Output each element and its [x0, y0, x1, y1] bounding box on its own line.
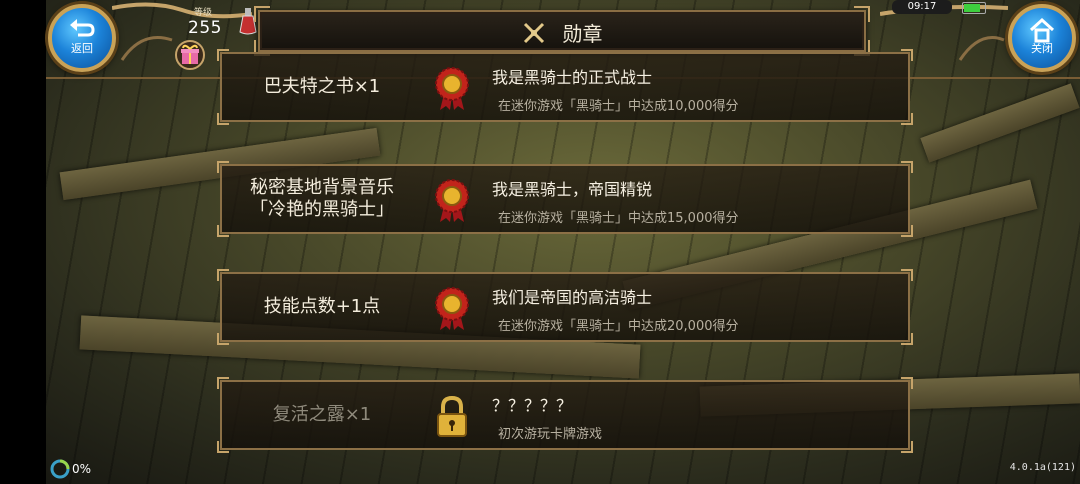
level-label: 等级 — [194, 8, 213, 18]
achievement-row[interactable]: 巴夫特之书×1 我是黑骑士的正式战士 在迷你游戏「黑骑士」中达成10,000得分 — [217, 49, 913, 125]
achievement-title: 我是黑骑士的正式战士 — [492, 68, 653, 87]
medal-icon — [435, 67, 469, 110]
return-arrow-icon — [70, 19, 95, 37]
version-label: 4.0.1a(121) — [1009, 462, 1076, 473]
back-button[interactable]: 返回 — [48, 4, 116, 72]
screen-edge — [0, 0, 46, 484]
home-icon — [1029, 17, 1055, 43]
achievement-row[interactable]: 技能点数+1点 我们是帝国的高洁骑士 在迷你游戏「黑骑士」中达成20,000得分 — [217, 269, 913, 345]
download-status: 0% — [50, 458, 91, 480]
achievement-desc: 在迷你游戏「黑骑士」中达成15,000得分 — [498, 211, 739, 226]
achievement-row[interactable]: 秘密基地背景音乐 「冷艳的黑骑士」 我是黑骑士，帝国精锐 在迷你游戏「黑骑士」中… — [217, 161, 913, 237]
achievement-title: 我们是帝国的高洁骑士 — [492, 288, 653, 307]
gift-icon[interactable] — [174, 40, 206, 70]
crossed-swords-icon — [524, 22, 545, 43]
close-button[interactable]: 关闭 — [1008, 4, 1076, 72]
download-progress-icon — [50, 459, 70, 479]
achievement-title: 我是黑骑士，帝国精锐 — [492, 180, 653, 199]
reward-label: 巴夫特之书×1 — [263, 76, 381, 97]
reward-label: 秘密基地背景音乐 「冷艳的黑骑士」 — [250, 177, 394, 220]
achievement-title: ？？？？？ — [492, 396, 573, 415]
page-title: 勋章 — [562, 22, 603, 46]
padlock-icon — [437, 395, 467, 437]
achievement-row[interactable]: 复活之露×1 ？？？？？ 初次游玩卡牌游戏 — [217, 377, 913, 453]
status-clock: 09:17 — [892, 0, 952, 14]
achievement-desc: 在迷你游戏「黑骑士」中达成10,000得分 — [498, 99, 739, 114]
medal-icon — [435, 179, 469, 222]
level-value: 255 — [188, 18, 222, 38]
achievement-desc: 在迷你游戏「黑骑士」中达成20,000得分 — [498, 319, 739, 334]
achievement-desc: 初次游玩卡牌游戏 — [498, 427, 603, 442]
back-button-label: 返回 — [71, 42, 93, 55]
close-button-label: 关闭 — [1031, 42, 1053, 55]
title-bar: 勋章 — [254, 6, 870, 56]
medal-icon — [435, 287, 469, 330]
reward-label: 复活之露×1 — [272, 404, 372, 425]
reward-label: 技能点数+1点 — [263, 296, 381, 317]
battery-icon — [962, 2, 986, 14]
download-percent: 0% — [72, 462, 92, 476]
